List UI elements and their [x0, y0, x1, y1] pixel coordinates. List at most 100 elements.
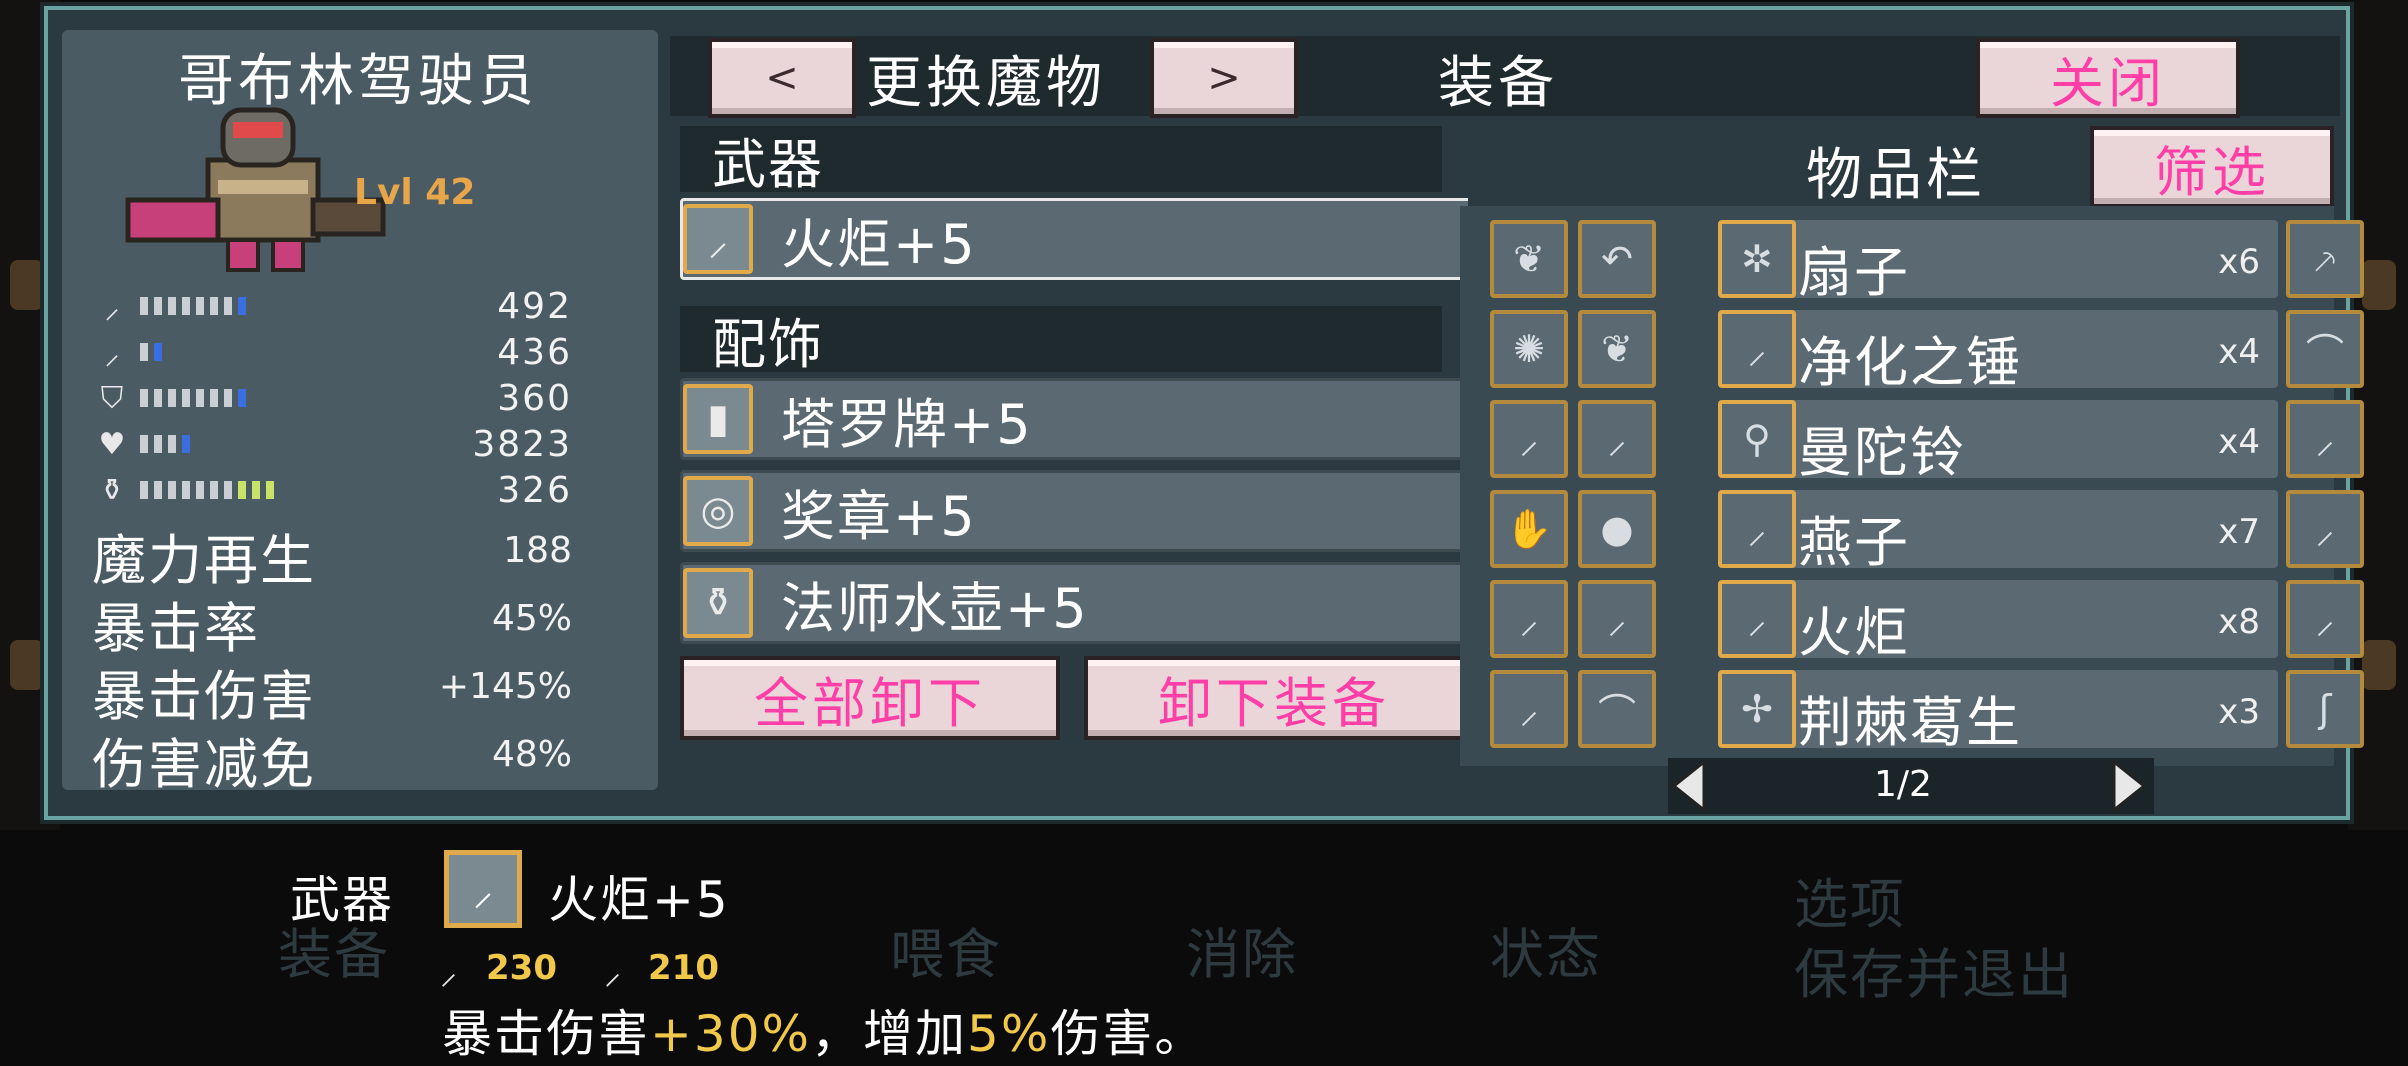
inventory-item-name: 火炬 — [1798, 601, 1910, 664]
scythe-icon[interactable]: ↶ — [1578, 220, 1656, 298]
sword-icon: ⸝ — [104, 290, 120, 326]
inventory-item-name: 扇子 — [1798, 241, 1910, 304]
next-page-button[interactable] — [2112, 760, 2148, 812]
sword-icon[interactable]: ⸝ — [2286, 490, 2364, 568]
stat-value: 326 — [497, 469, 572, 511]
stat-label-damage-reduction: 伤害减免 — [92, 733, 316, 796]
prev-page-button[interactable] — [1670, 760, 1706, 812]
stat-value-damage-reduction: 48% — [491, 734, 572, 775]
stat-mana: ⚱ 326 — [92, 469, 572, 511]
change-monster-label: 更换魔物 — [866, 51, 1106, 116]
flail-icon[interactable]: ⸝ — [1490, 670, 1568, 748]
monster-sprite — [125, 107, 386, 272]
stat-attack: ⸝ 492 — [92, 285, 572, 327]
magic-icon: ⸝ — [604, 953, 621, 993]
stat-bar — [140, 297, 246, 315]
bomb-icon[interactable]: ✺ — [1490, 310, 1568, 388]
desc-part: 伤害。 — [1050, 1005, 1207, 1063]
heart-icon: ♥ — [98, 426, 126, 462]
wand-icon: ⸝ — [104, 336, 120, 372]
orb-icon[interactable]: ● — [1578, 490, 1656, 568]
swallow-icon: ⸝ — [1718, 490, 1796, 568]
blade-icon[interactable]: ⸝ — [1578, 580, 1656, 658]
potion-icon: ⚱ — [99, 472, 125, 508]
inventory-item-row[interactable]: ⸝ 火炬 x8 — [1718, 580, 2278, 664]
inventory-item-qty: x7 — [2218, 512, 2260, 552]
accessory-slot-1[interactable]: ▮ 塔罗牌+5 — [680, 378, 1490, 460]
unequip-all-button[interactable]: 全部卸下 — [680, 656, 1060, 740]
inventory-item-qty: x4 — [2218, 422, 2260, 462]
next-monster-button[interactable]: > — [1150, 38, 1298, 118]
bg-menu-release: 消除 — [1186, 923, 1298, 986]
attack-icon: ⸝ — [440, 953, 457, 993]
page-indicator: 1/2 — [1874, 764, 1932, 805]
medal-icon: ◎ — [683, 476, 753, 546]
accessory-section-header: 配饰 — [680, 306, 1442, 376]
hammer-icon: ⸝ — [1718, 310, 1796, 388]
club-icon[interactable]: ⸝ — [2286, 580, 2364, 658]
inventory-item-row[interactable]: ⸝ 净化之锤 x4 — [1718, 310, 2278, 394]
bg-menu-status: 状态 — [1490, 923, 1602, 986]
close-button[interactable]: 关闭 — [1976, 38, 2240, 118]
inventory-item-name: 净化之锤 — [1798, 331, 2022, 394]
stat-bar — [140, 343, 162, 361]
flask-icon: ⚱ — [683, 568, 753, 638]
desc-highlight: +30% — [650, 1005, 812, 1063]
thorn-icon: ✢ — [1718, 670, 1796, 748]
inventory-item-row[interactable]: ✲ 扇子 x6 — [1718, 220, 2278, 304]
shield-icon: ⛉ — [100, 380, 124, 416]
weapon-slot[interactable]: ⸝ 火炬+5 — [680, 198, 1490, 280]
stat-bar — [140, 389, 246, 407]
accessory-slot-label: 塔罗牌+5 — [781, 392, 1033, 456]
staff-icon[interactable]: ⸝ — [1578, 400, 1656, 478]
wall-torch-icon — [2362, 640, 2396, 690]
horn-icon[interactable]: ⌒ — [1578, 670, 1656, 748]
torch-icon: ⸝ — [1718, 580, 1796, 658]
feather-icon[interactable]: ❦ — [1578, 310, 1656, 388]
fan-icon: ✲ — [1718, 220, 1796, 298]
desc-part: 暴击伤害 — [442, 1005, 650, 1063]
hook-icon[interactable]: ʃ — [2286, 670, 2364, 748]
inventory-item-qty: x4 — [2218, 332, 2260, 372]
bottom-weapon-name: 火炬+5 — [548, 871, 730, 929]
magic-value: 210 — [648, 948, 719, 988]
stat-bar — [140, 481, 274, 499]
mace-icon[interactable]: ⸝ — [2286, 400, 2364, 478]
inventory-item-name: 曼陀铃 — [1798, 421, 1966, 484]
stat-value-mana-regen: 188 — [503, 530, 572, 571]
unequip-all-label: 全部卸下 — [754, 671, 986, 735]
stat-value: 492 — [497, 285, 572, 327]
stat-value-crit-damage: +145% — [438, 666, 572, 707]
stat-magic: ⸝ 436 — [92, 332, 572, 373]
feather-icon[interactable]: ❦ — [1490, 220, 1568, 298]
inventory-item-row[interactable]: ⚲ 曼陀铃 x4 — [1718, 400, 2278, 484]
accessory-slot-label: 法师水壶+5 — [781, 576, 1089, 640]
monster-stats-panel: 哥布林驾驶员 Lvl 42 ⸝ 492 ⸝ 436 ⛉ 360 ♥ 3823 ⚱… — [62, 30, 658, 796]
wall-torch-icon — [10, 640, 44, 690]
inventory-item-name: 荆棘葛生 — [1798, 691, 2022, 754]
tarot-card-icon: ▮ — [683, 384, 753, 454]
filter-button[interactable]: 筛选 — [2090, 126, 2334, 208]
inventory-item-qty: x3 — [2218, 692, 2260, 732]
dagger-icon[interactable]: ⸝ — [1490, 400, 1568, 478]
glove-icon[interactable]: ✋ — [1490, 490, 1568, 568]
page-title: 装备 — [1438, 51, 1558, 116]
wall-torch-icon — [10, 260, 44, 310]
prev-monster-button[interactable]: < — [708, 38, 856, 118]
inventory-item-row[interactable]: ✢ 荆棘葛生 x3 — [1718, 670, 2278, 754]
wand-icon[interactable]: ⸝ — [1490, 580, 1568, 658]
mandolin-icon: ⚲ — [1718, 400, 1796, 478]
bottom-weapon-label: 武器 — [290, 871, 394, 929]
unequip-button[interactable]: 卸下装备 — [1084, 656, 1464, 740]
desc-part: ，增加 — [811, 1005, 968, 1063]
bg-menu-feed: 喂食 — [890, 923, 1002, 986]
stat-value: 360 — [497, 377, 572, 419]
accessory-slot-3[interactable]: ⚱ 法师水壶+5 — [680, 562, 1490, 644]
brush-icon[interactable]: ⸕ — [2286, 220, 2364, 298]
wall-torch-icon — [2362, 260, 2396, 310]
inventory-item-row[interactable]: ⸝ 燕子 x7 — [1718, 490, 2278, 574]
accessory-slot-2[interactable]: ◎ 奖章+5 — [680, 470, 1490, 552]
whip-icon[interactable]: ⌒ — [2286, 310, 2364, 388]
monster-level: Lvl 42 — [354, 172, 476, 213]
filter-label: 筛选 — [2154, 140, 2270, 204]
